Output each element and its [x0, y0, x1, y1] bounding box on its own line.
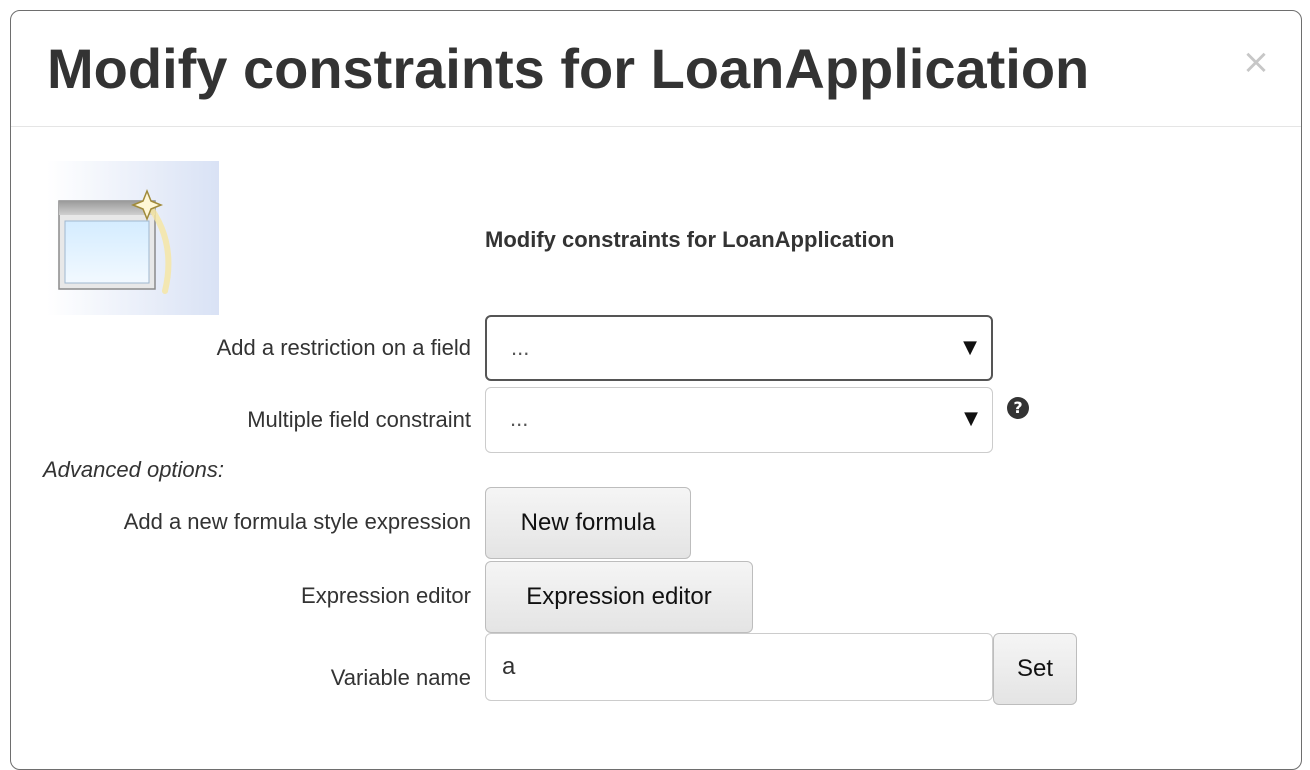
- variable-name-label: Variable name: [330, 665, 471, 690]
- expression-editor-label: Expression editor: [301, 583, 471, 608]
- modal-header: Modify constraints for LoanApplication ×: [11, 11, 1301, 127]
- restriction-label: Add a restriction on a field: [216, 335, 471, 360]
- variable-name-input[interactable]: [485, 633, 993, 701]
- multiple-constraint-select[interactable]: ... ▼: [485, 387, 993, 453]
- restriction-select[interactable]: ... ▼: [485, 315, 993, 381]
- new-formula-button[interactable]: New formula: [485, 487, 691, 559]
- close-icon[interactable]: ×: [1241, 45, 1271, 79]
- formula-label: Add a new formula style expression: [123, 509, 471, 534]
- dropdown-arrow-icon: ▼: [963, 337, 977, 358]
- dialog-title: Modify constraints for LoanApplication: [47, 37, 1090, 100]
- advanced-options-label: Advanced options:: [43, 457, 225, 482]
- set-button[interactable]: Set: [993, 633, 1077, 705]
- wizard-window-icon: [47, 161, 219, 315]
- help-icon[interactable]: ?: [1007, 397, 1029, 419]
- dialog-subtitle: Modify constraints for LoanApplication: [485, 227, 895, 252]
- multiple-constraint-label: Multiple field constraint: [247, 407, 471, 432]
- expression-editor-button[interactable]: Expression editor: [485, 561, 753, 633]
- restriction-select-value: ...: [511, 335, 530, 360]
- multiple-constraint-select-value: ...: [510, 406, 529, 431]
- dropdown-arrow-icon: ▼: [964, 408, 978, 429]
- modal-dialog: Modify constraints for LoanApplication ×…: [10, 10, 1302, 770]
